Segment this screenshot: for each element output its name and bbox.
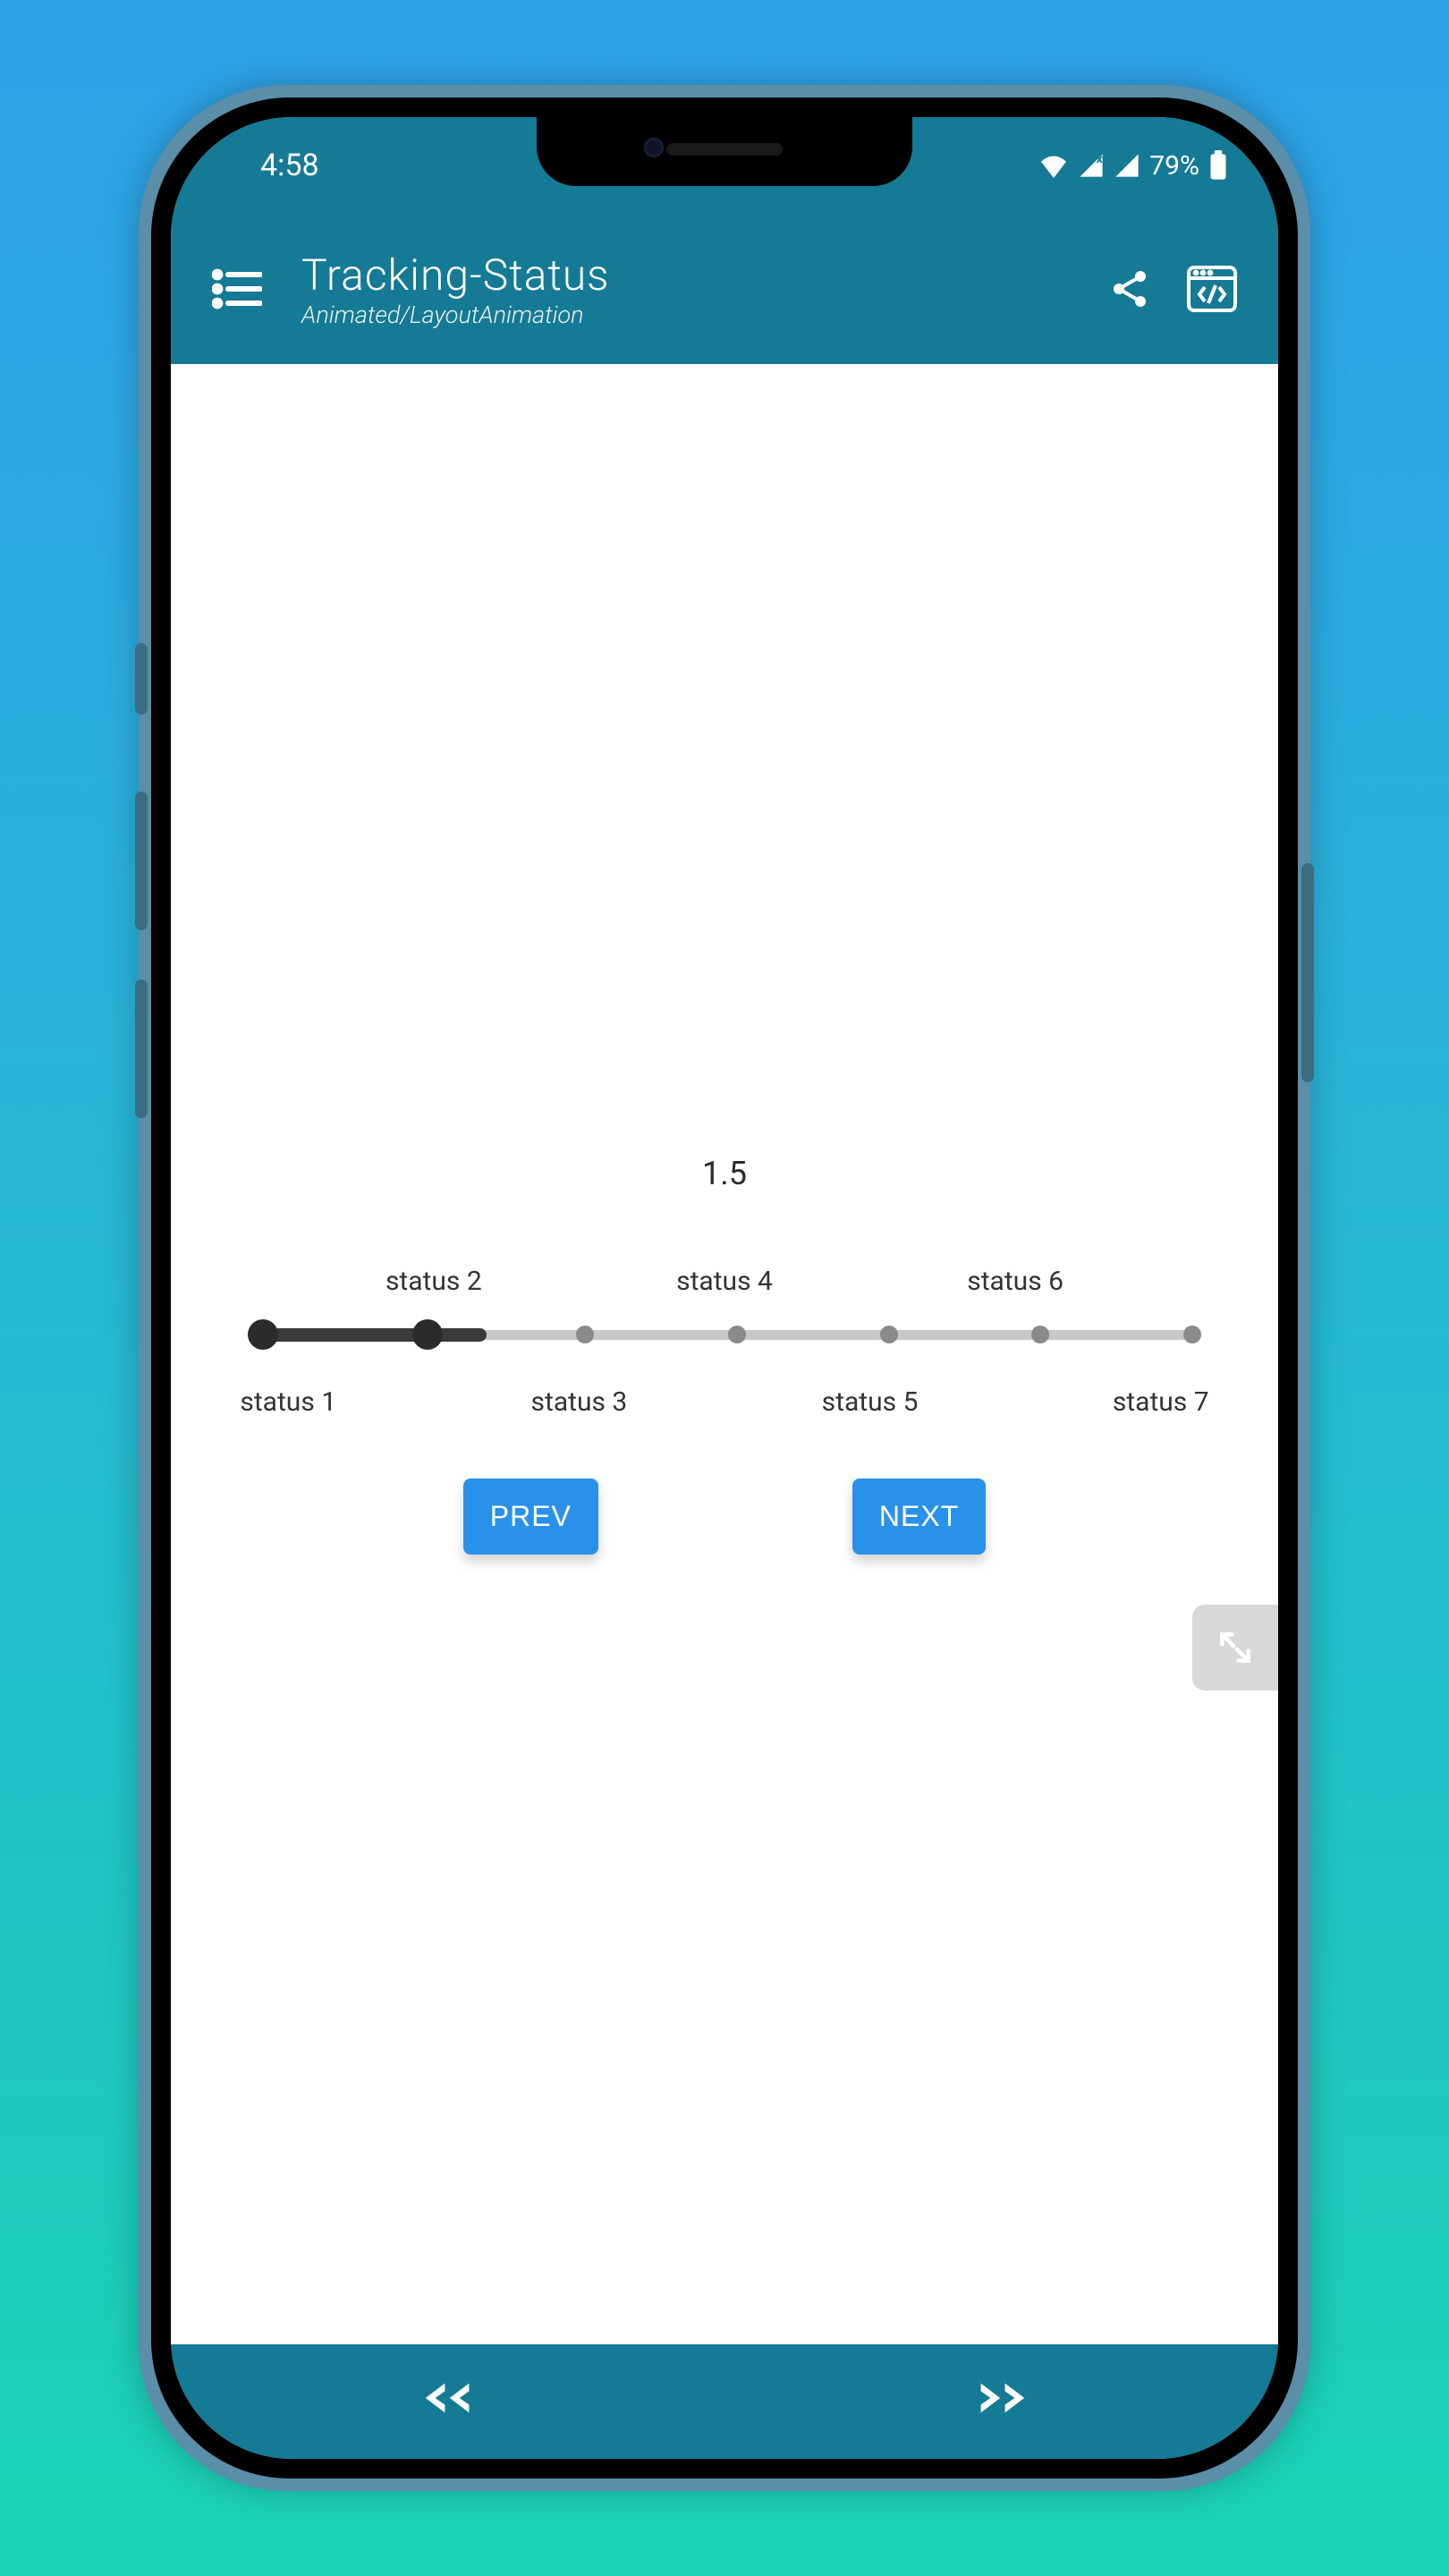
expand-button[interactable] (1192, 1605, 1278, 1690)
status-time: 4:58 (233, 148, 319, 183)
step-label-5: status 5 (797, 1386, 943, 1418)
share-icon[interactable] (1108, 267, 1151, 310)
step-dot-7[interactable] (1183, 1326, 1201, 1343)
step-label-4: status 4 (652, 1266, 798, 1297)
step-dot-2[interactable] (412, 1319, 443, 1350)
phone-volume-up (135, 792, 148, 930)
page-background: 4:58 x 79% (0, 0, 1449, 2576)
signal-icon (1114, 153, 1140, 178)
tracker-value: 1.5 (702, 1155, 747, 1192)
step-label-6: status 6 (943, 1266, 1089, 1297)
labels-bottom: status 1 . status 3 . status 5 . status … (216, 1386, 1233, 1418)
battery-percent: 79% (1149, 150, 1199, 182)
nav-prev-icon[interactable] (416, 2377, 480, 2426)
step-label-7: status 7 (1088, 1386, 1233, 1418)
step-dot-4[interactable] (728, 1326, 746, 1343)
main-content: 1.5 . status 2 . status 4 . status 6 . (171, 364, 1278, 2344)
labels-top: . status 2 . status 4 . status 6 . (216, 1266, 1233, 1297)
page-title: Tracking-Status (301, 250, 610, 301)
phone-volume-down (135, 979, 148, 1118)
front-camera (644, 138, 664, 157)
expand-icon (1216, 1628, 1255, 1667)
code-window-icon[interactable] (1187, 266, 1237, 312)
step-label-1: status 1 (216, 1386, 361, 1418)
page-subtitle: Animated/LayoutAnimation (301, 301, 610, 329)
step-label-3: status 3 (506, 1386, 652, 1418)
step-dot-1[interactable] (248, 1319, 278, 1350)
phone-notch (537, 113, 912, 186)
battery-icon (1208, 150, 1228, 181)
nav-next-icon[interactable] (970, 2377, 1034, 2426)
step-dot-6[interactable] (1031, 1326, 1049, 1343)
phone-frame: 4:58 x 79% (139, 85, 1310, 2491)
wifi-icon (1038, 153, 1069, 178)
header-titles: Tracking-Status Animated/LayoutAnimation (301, 250, 610, 329)
step-dot-3[interactable] (576, 1326, 594, 1343)
signal-no-data-icon: x (1078, 153, 1105, 178)
phone-side-button (135, 643, 148, 715)
phone-bezel: 4:58 x 79% (151, 97, 1298, 2479)
prev-button[interactable]: PREV (463, 1479, 598, 1555)
bottom-nav (171, 2344, 1278, 2459)
menu-list-icon[interactable] (212, 267, 262, 310)
app-bar: Tracking-Status Animated/LayoutAnimation (171, 214, 1278, 364)
status-right: x 79% (1038, 150, 1228, 182)
step-dot-5[interactable] (880, 1326, 898, 1343)
tracking-status: . status 2 . status 4 . status 6 . (216, 1266, 1233, 1418)
next-button[interactable]: NEXT (852, 1479, 986, 1555)
svg-text:x: x (1097, 153, 1104, 166)
buttons-row: PREV NEXT (463, 1479, 986, 1555)
screen: 4:58 x 79% (171, 117, 1278, 2459)
phone-power-button (1301, 863, 1314, 1082)
step-label-2: status 2 (361, 1266, 507, 1297)
dots-row (248, 1319, 1201, 1350)
